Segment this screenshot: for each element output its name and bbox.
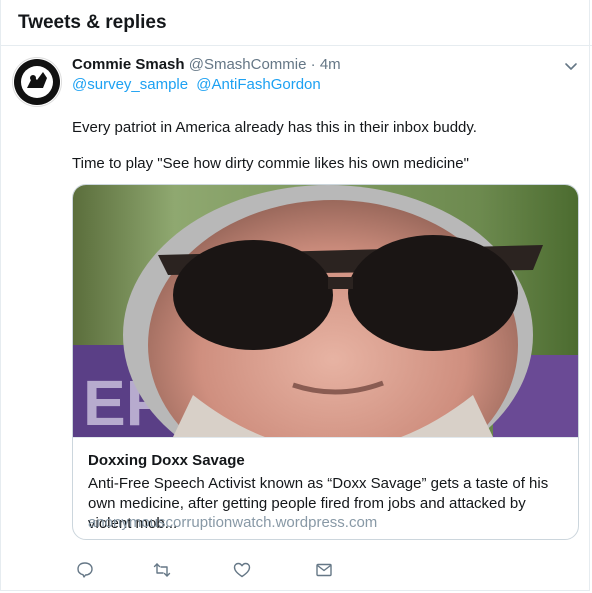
card-body: Doxxing Doxx Savage Anti-Free Speech Act…: [73, 437, 578, 539]
reply-icon[interactable]: [75, 560, 95, 580]
message-icon[interactable]: [314, 560, 334, 580]
retweet-icon[interactable]: [152, 560, 172, 580]
mention-link[interactable]: @survey_sample: [72, 76, 188, 93]
tweet-text-line: Time to play "See how dirty commie likes…: [72, 155, 469, 172]
like-icon[interactable]: [232, 560, 252, 580]
mention-link[interactable]: @AntiFashGordon: [196, 76, 320, 93]
page-title: Tweets & replies: [18, 12, 167, 33]
timeline-header: Tweets & replies: [0, 0, 592, 46]
tweet-text: Every patriot in America already has thi…: [72, 118, 572, 190]
chevron-down-icon[interactable]: [563, 58, 579, 74]
avatar[interactable]: [12, 57, 62, 107]
link-card[interactable]: EF Doxxing Doxx Savage Anti-Free Speech …: [72, 184, 579, 540]
tweet-header: Commie Smash @SmashCommie · 4m: [72, 56, 341, 73]
card-title: Doxxing Doxx Savage: [88, 452, 245, 469]
separator-dot: ·: [310, 56, 316, 73]
tweet-timestamp[interactable]: 4m: [320, 56, 341, 73]
tweet-text-line: Every patriot in America already has thi…: [72, 119, 477, 136]
author-handle[interactable]: @SmashCommie: [189, 56, 307, 73]
card-image[interactable]: EF: [73, 185, 578, 490]
tweet-actions: [0, 560, 592, 584]
reply-mentions: @survey_sample @AntiFashGordon: [72, 76, 325, 93]
card-domain: anonymouscorruptionwatch.wordpress.com: [88, 514, 378, 531]
author-name[interactable]: Commie Smash: [72, 56, 185, 73]
